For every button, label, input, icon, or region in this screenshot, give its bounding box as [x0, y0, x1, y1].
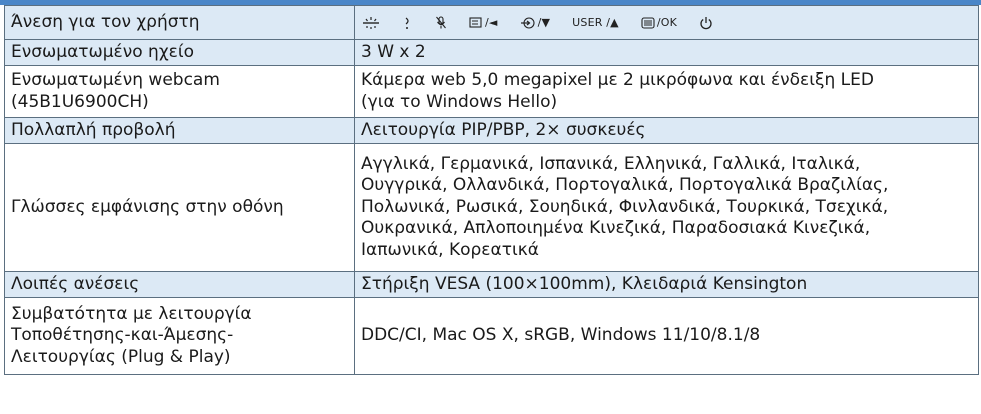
spec-label-line: (45B1U6900CH) — [11, 91, 149, 112]
spec-value: Στήριξη VESA (100×100mm), Κλειδαριά Kens… — [354, 271, 979, 298]
spec-value-line: Ουγγρικά, Ολλανδικά, Πορτογαλικά, Πορτογ… — [361, 175, 889, 196]
spec-value-line: (για το Windows Hello) — [361, 91, 558, 112]
spec-row: Ενσωματωμένη webcam (45B1U6900CH) Κάμερα… — [4, 65, 979, 118]
spec-value-line: Ουκρανικά, Απλοποιημένα Κινεζικά, Παραδο… — [361, 218, 871, 239]
spec-value-line: Κάμερα web 5,0 megapixel με 2 μικρόφωνα … — [361, 70, 874, 90]
spec-label: Λοιπές ανέσεις — [4, 271, 355, 298]
spec-row: Συμβατότητα με λειτουργία Τοποθέτησης-κα… — [4, 297, 979, 375]
spec-value-line: Πολωνικά, Ρωσικά, Σουηδικά, Φινλανδικά, … — [361, 196, 889, 217]
spec-value: DDC/CI, Mac OS X, sRGB, Windows 11/10/8.… — [354, 297, 979, 375]
control-label: /◄ — [485, 15, 498, 29]
spec-row: Γλώσσες εμφάνισης στην οθόνη Αγγλικά, Γε… — [4, 143, 979, 272]
control-icons: /◄ /▼ USER /▲ /OK — [361, 6, 972, 39]
control-label: /OK — [656, 15, 678, 29]
input-source-icon: /▼ — [520, 12, 551, 34]
power-sensor-icon — [403, 16, 413, 30]
spec-value-line: Αγγλικά, Γερμανικά, Ισπανικά, Ελληνικά, … — [361, 153, 861, 174]
spec-label-line: Λειτουργίας (Plug & Play) — [11, 346, 231, 367]
spec-label: Ενσωματωμένο ηχείο — [4, 39, 355, 66]
spec-label-line: Ενσωματωμένη webcam — [11, 70, 220, 90]
control-label: /▼ — [537, 15, 551, 29]
user-key-icon: USER /▲ — [572, 12, 619, 34]
spec-value: /◄ /▼ USER /▲ /OK — [354, 5, 979, 40]
spec-row: Άνεση για τον χρήστη /◄ /▼ USER /▲ /OK — [4, 5, 979, 40]
spec-value: Λειτουργία PIP/PBP, 2× συσκευές — [354, 117, 979, 144]
power-icon — [699, 16, 713, 30]
spec-table: Άνεση για τον χρήστη /◄ /▼ USER /▲ /OK Ε… — [4, 5, 979, 375]
spec-label: Άνεση για τον χρήστη — [4, 5, 355, 40]
spec-value: Αγγλικά, Γερμανικά, Ισπανικά, Ελληνικά, … — [354, 143, 979, 272]
spec-label: Ενσωματωμένη webcam (45B1U6900CH) — [4, 65, 355, 118]
spec-label-line: Τοποθέτησης-και-Άμεσης- — [11, 325, 234, 346]
control-label: USER /▲ — [572, 15, 619, 29]
spec-value: Κάμερα web 5,0 megapixel με 2 μικρόφωνα … — [354, 65, 979, 118]
spec-label: Συμβατότητα με λειτουργία Τοποθέτησης-κα… — [4, 297, 355, 375]
mic-mute-icon — [435, 15, 447, 30]
input-menu-icon: /◄ — [469, 12, 498, 34]
brightness-icon — [361, 16, 381, 30]
spec-value: 3 W x 2 — [354, 39, 979, 66]
spec-row: Λοιπές ανέσεις Στήριξη VESA (100×100mm),… — [4, 271, 979, 298]
spec-value-line: Ιαπωνικά, Κορεατικά — [361, 239, 539, 260]
spec-label-line: Συμβατότητα με λειτουργία — [11, 303, 252, 324]
spec-label: Πολλαπλή προβολή — [4, 117, 355, 144]
menu-icon: /OK — [641, 12, 677, 34]
spec-row: Ενσωματωμένο ηχείο 3 W x 2 — [4, 39, 979, 66]
spec-row: Πολλαπλή προβολή Λειτουργία PIP/PBP, 2× … — [4, 117, 979, 144]
spec-label: Γλώσσες εμφάνισης στην οθόνη — [4, 143, 355, 272]
